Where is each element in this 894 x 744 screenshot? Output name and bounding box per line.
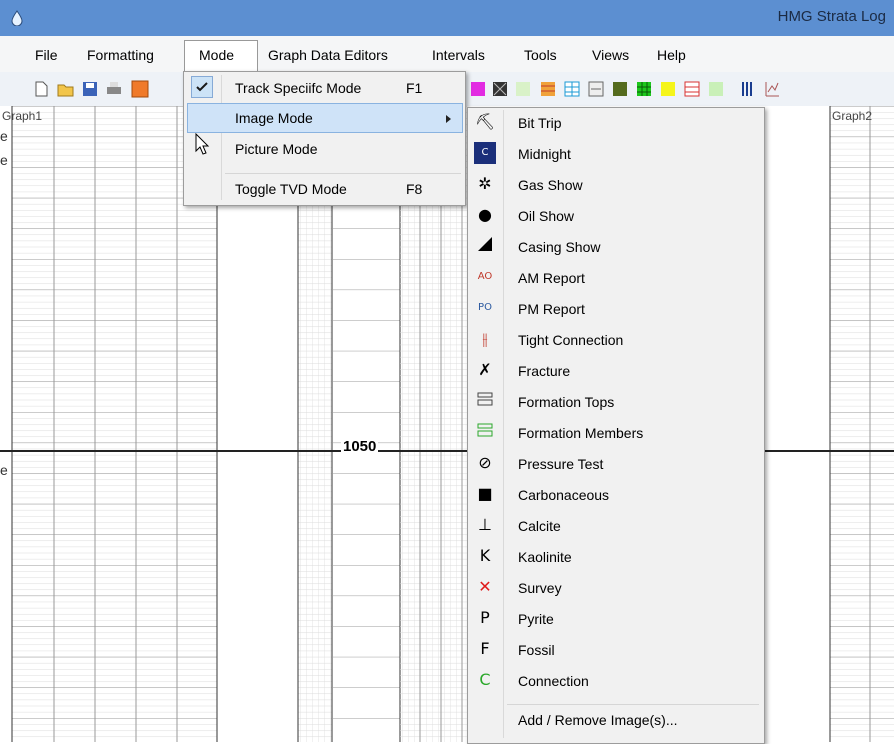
connection-icon: C	[479, 670, 491, 689]
pattern-light-green-icon[interactable]	[707, 80, 725, 98]
menu-views[interactable]: Views	[592, 47, 629, 63]
menu-item-fossil[interactable]: Fossil	[518, 642, 555, 658]
pattern-red-icon[interactable]	[683, 80, 701, 98]
save-icon[interactable]	[81, 80, 99, 98]
truncated-text-1: e	[0, 128, 8, 144]
checkmark-icon	[196, 82, 208, 92]
pattern-magenta-icon[interactable]	[469, 80, 487, 98]
menu-item-picture-mode[interactable]: Picture Mode	[235, 141, 317, 157]
title-bar: HMG Strata Log	[0, 0, 894, 36]
menu-item-connection[interactable]: Connection	[518, 673, 589, 689]
pyrite-icon: P	[480, 608, 490, 627]
truncated-text-2: e	[0, 152, 8, 168]
image-menu-separator	[507, 704, 759, 705]
pattern-olive-icon[interactable]	[611, 80, 629, 98]
menu-item-gas-show[interactable]: Gas Show	[518, 177, 583, 193]
lithology-tool-icon[interactable]	[131, 80, 149, 98]
print-icon[interactable]	[105, 80, 123, 98]
menu-item-tight-connection[interactable]: Tight Connection	[518, 332, 623, 348]
depth-label: 1050	[341, 438, 379, 455]
menu-item-am-report[interactable]: AM Report	[518, 270, 585, 286]
am-report-icon: AO	[477, 271, 493, 282]
menu-item-bit-trip[interactable]: Bit Trip	[518, 115, 562, 131]
gas-show-icon: ✲	[478, 174, 492, 193]
menu-help[interactable]: Help	[657, 47, 686, 63]
shortcut-f1: F1	[406, 80, 423, 96]
fracture-icon: ✗	[478, 360, 492, 379]
truncated-text-3: e	[0, 462, 8, 478]
menu-item-fracture[interactable]: Fracture	[518, 363, 570, 379]
window-title: HMG Strata Log	[777, 8, 886, 25]
menu-item-survey[interactable]: Survey	[518, 580, 562, 596]
menu-item-image-mode[interactable]: Image Mode	[235, 110, 313, 126]
mode-menu-separator	[225, 173, 461, 174]
pattern-green-grid-icon[interactable]	[635, 80, 653, 98]
menu-item-pm-report[interactable]: PM Report	[518, 301, 585, 317]
bit-trip-icon: ⛏	[474, 112, 496, 131]
menu-mode[interactable]: Mode	[199, 47, 234, 63]
image-mode-highlight	[187, 103, 463, 133]
kaolinite-icon: K	[479, 546, 491, 565]
midnight-icon: C	[474, 142, 496, 164]
menu-item-pyrite[interactable]: Pyrite	[518, 611, 554, 627]
track-lines-icon[interactable]	[738, 80, 756, 98]
shortcut-f8: F8	[406, 181, 423, 197]
pattern-dots-icon[interactable]	[514, 80, 532, 98]
calcite-icon: ⊥	[478, 515, 492, 534]
menu-item-carbonaceous[interactable]: Carbonaceous	[518, 487, 609, 503]
pattern-grey-icon[interactable]	[587, 80, 605, 98]
menu-tools[interactable]: Tools	[524, 47, 557, 63]
formation-members-icon	[474, 421, 496, 443]
menu-graph-data-editors[interactable]: Graph Data Editors	[268, 47, 388, 63]
mouse-cursor-icon	[195, 133, 210, 155]
submenu-arrow-icon	[446, 115, 451, 123]
menu-item-add-remove-images[interactable]: Add / Remove Image(s)...	[518, 712, 678, 728]
pattern-orange-icon[interactable]	[539, 80, 557, 98]
open-folder-icon[interactable]	[57, 80, 75, 98]
pattern-cyan-icon[interactable]	[563, 80, 581, 98]
image-menu-gutter	[503, 110, 504, 738]
menu-item-calcite[interactable]: Calcite	[518, 518, 561, 534]
graph2-label: Graph2	[832, 109, 873, 123]
casing-show-icon	[474, 235, 496, 257]
menu-item-casing-show[interactable]: Casing Show	[518, 239, 601, 255]
fossil-icon: F	[480, 639, 490, 658]
mode-menu-gutter	[221, 75, 222, 200]
new-file-icon[interactable]	[32, 80, 50, 98]
survey-icon: ✕	[478, 577, 492, 596]
menu-item-pressure-test[interactable]: Pressure Test	[518, 456, 603, 472]
pattern-yellow-icon[interactable]	[659, 80, 677, 98]
menu-file[interactable]: File	[35, 47, 58, 63]
formation-tops-icon	[474, 390, 496, 412]
menu-item-midnight[interactable]: Midnight	[518, 146, 571, 162]
menu-item-kaolinite[interactable]: Kaolinite	[518, 549, 572, 565]
menu-item-toggle-tvd-mode[interactable]: Toggle TVD Mode	[235, 181, 347, 197]
oil-show-icon: ●	[478, 205, 492, 224]
curve-tool-icon[interactable]	[763, 80, 781, 98]
menu-item-formation-members[interactable]: Formation Members	[518, 425, 643, 441]
app-icon	[11, 10, 23, 26]
tight-connection-icon: ⫲	[482, 329, 488, 348]
graph1-label: Graph1	[2, 109, 43, 123]
pressure-test-icon: ⊘	[478, 453, 492, 472]
menu-intervals[interactable]: Intervals	[432, 47, 485, 63]
pm-report-icon: PO	[478, 302, 492, 313]
checkmark-box	[191, 76, 213, 98]
pattern-dark-icon[interactable]	[491, 80, 509, 98]
menu-item-formation-tops[interactable]: Formation Tops	[518, 394, 614, 410]
menu-formatting[interactable]: Formatting	[87, 47, 154, 63]
menu-item-oil-show[interactable]: Oil Show	[518, 208, 574, 224]
menu-item-track-specific-mode[interactable]: Track Speciifc Mode	[235, 80, 361, 96]
carbonaceous-icon: ■	[477, 484, 493, 503]
